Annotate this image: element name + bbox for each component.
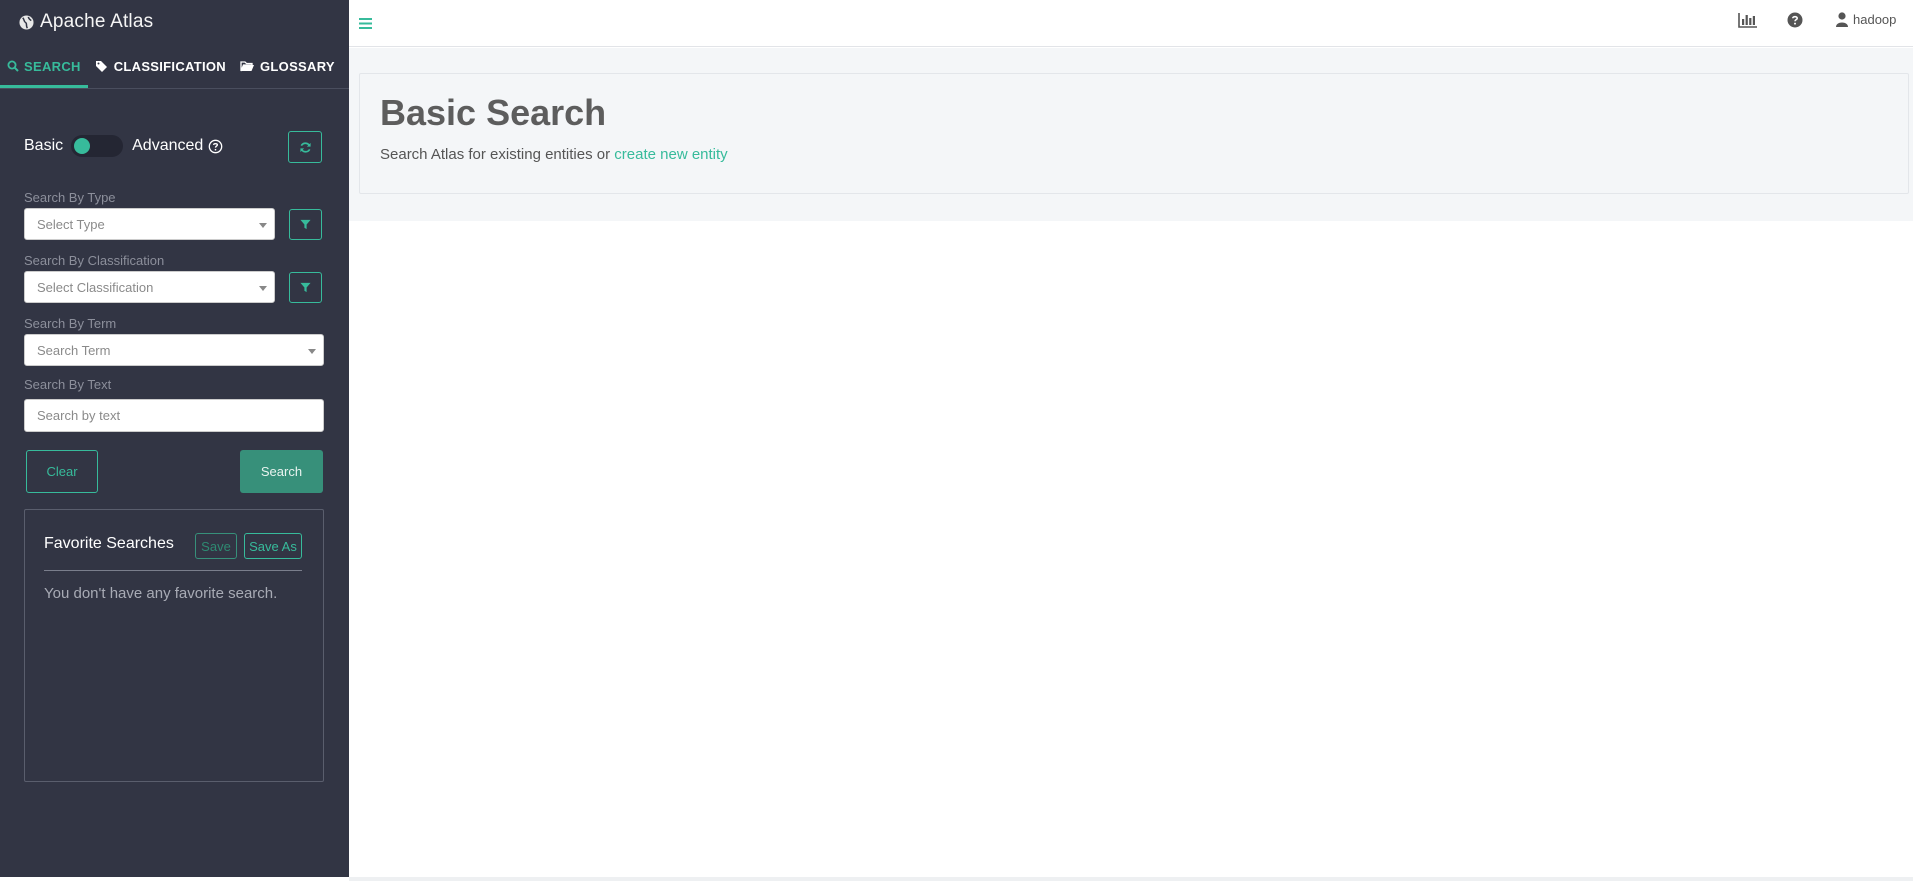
advanced-label: Advanced bbox=[132, 137, 204, 154]
favorite-searches-panel: Favorite Searches Save Save As You don't… bbox=[24, 509, 324, 782]
type-select-placeholder: Select Type bbox=[37, 216, 105, 232]
term-select[interactable]: Search Term bbox=[24, 334, 324, 366]
favorite-searches-title: Favorite Searches bbox=[44, 535, 174, 552]
help-button[interactable] bbox=[1787, 12, 1803, 28]
search-icon bbox=[7, 60, 19, 72]
basic-label: Basic bbox=[24, 137, 64, 154]
tags-icon bbox=[95, 61, 107, 72]
tab-classification[interactable]: CLASSIFICATION bbox=[88, 44, 233, 88]
statistics-button[interactable] bbox=[1738, 12, 1758, 28]
filter-icon bbox=[300, 282, 311, 293]
save-as-favorite-button[interactable]: Save As bbox=[244, 533, 302, 559]
search-mode-switch[interactable] bbox=[71, 135, 124, 157]
caret-down-icon bbox=[308, 349, 316, 354]
refresh-icon bbox=[299, 141, 311, 153]
caret-down-icon bbox=[259, 286, 267, 291]
caret-down-icon bbox=[259, 223, 267, 228]
tab-glossary-label: GLOSSARY bbox=[260, 58, 335, 74]
refresh-button[interactable] bbox=[288, 131, 322, 163]
search-text-input[interactable] bbox=[24, 399, 324, 432]
create-entity-link[interactable]: create new entity bbox=[614, 146, 727, 163]
classification-select-placeholder: Select Classification bbox=[37, 279, 154, 295]
clear-button[interactable]: Clear bbox=[26, 450, 98, 493]
type-filter-label: Search By Type bbox=[24, 190, 116, 205]
question-circle-icon[interactable] bbox=[208, 139, 223, 154]
page-subtitle: Search Atlas for existing entities or cr… bbox=[380, 146, 728, 163]
switch-knob bbox=[74, 138, 91, 154]
filter-icon bbox=[300, 219, 311, 230]
type-select[interactable]: Select Type bbox=[24, 208, 275, 240]
tab-glossary[interactable]: GLOSSARY bbox=[233, 44, 342, 88]
app-brand[interactable]: Apache Atlas bbox=[0, 0, 349, 44]
tab-classification-label: CLASSIFICATION bbox=[113, 58, 226, 74]
favorites-empty-message: You don't have any favorite search. bbox=[44, 585, 278, 602]
subtitle-text: Search Atlas for existing entities or bbox=[380, 146, 615, 163]
bottom-border bbox=[349, 877, 1913, 881]
type-filter-button[interactable] bbox=[289, 209, 322, 240]
basic-search-hero: Basic Search Search Atlas for existing e… bbox=[359, 73, 1909, 194]
term-select-placeholder: Search Term bbox=[37, 342, 111, 358]
globe-icon bbox=[19, 14, 34, 30]
page-title: Basic Search bbox=[380, 92, 607, 133]
user-menu[interactable]: hadoop bbox=[1836, 12, 1896, 27]
classification-filter-label: Search By Classification bbox=[24, 253, 165, 268]
user-name: hadoop bbox=[1853, 12, 1897, 27]
hamburger-icon bbox=[359, 18, 372, 29]
search-mode-toggle-row: Basic Advanced bbox=[24, 130, 324, 162]
term-filter-label: Search By Term bbox=[24, 316, 117, 331]
top-header: hadoop bbox=[349, 0, 1913, 47]
question-circle-icon bbox=[1787, 12, 1803, 28]
search-button[interactable]: Search bbox=[240, 450, 323, 493]
user-icon bbox=[1836, 12, 1848, 27]
menu-toggle-button[interactable] bbox=[359, 16, 372, 34]
folder-open-icon bbox=[240, 61, 254, 72]
save-favorite-button[interactable]: Save bbox=[195, 533, 237, 559]
tab-search-label: SEARCH bbox=[24, 58, 81, 74]
classification-filter-button[interactable] bbox=[289, 272, 322, 303]
classification-select[interactable]: Select Classification bbox=[24, 271, 275, 303]
text-filter-label: Search By Text bbox=[24, 377, 112, 392]
sidebar: Apache Atlas SEARCH CLASSIFICATION GLOSS… bbox=[0, 0, 349, 877]
bar-chart-icon bbox=[1738, 13, 1757, 28]
app-title: Apache Atlas bbox=[40, 11, 154, 32]
tab-search[interactable]: SEARCH bbox=[0, 44, 88, 88]
sidebar-tabs: SEARCH CLASSIFICATION GLOSSARY bbox=[0, 44, 349, 89]
divider bbox=[44, 570, 302, 571]
